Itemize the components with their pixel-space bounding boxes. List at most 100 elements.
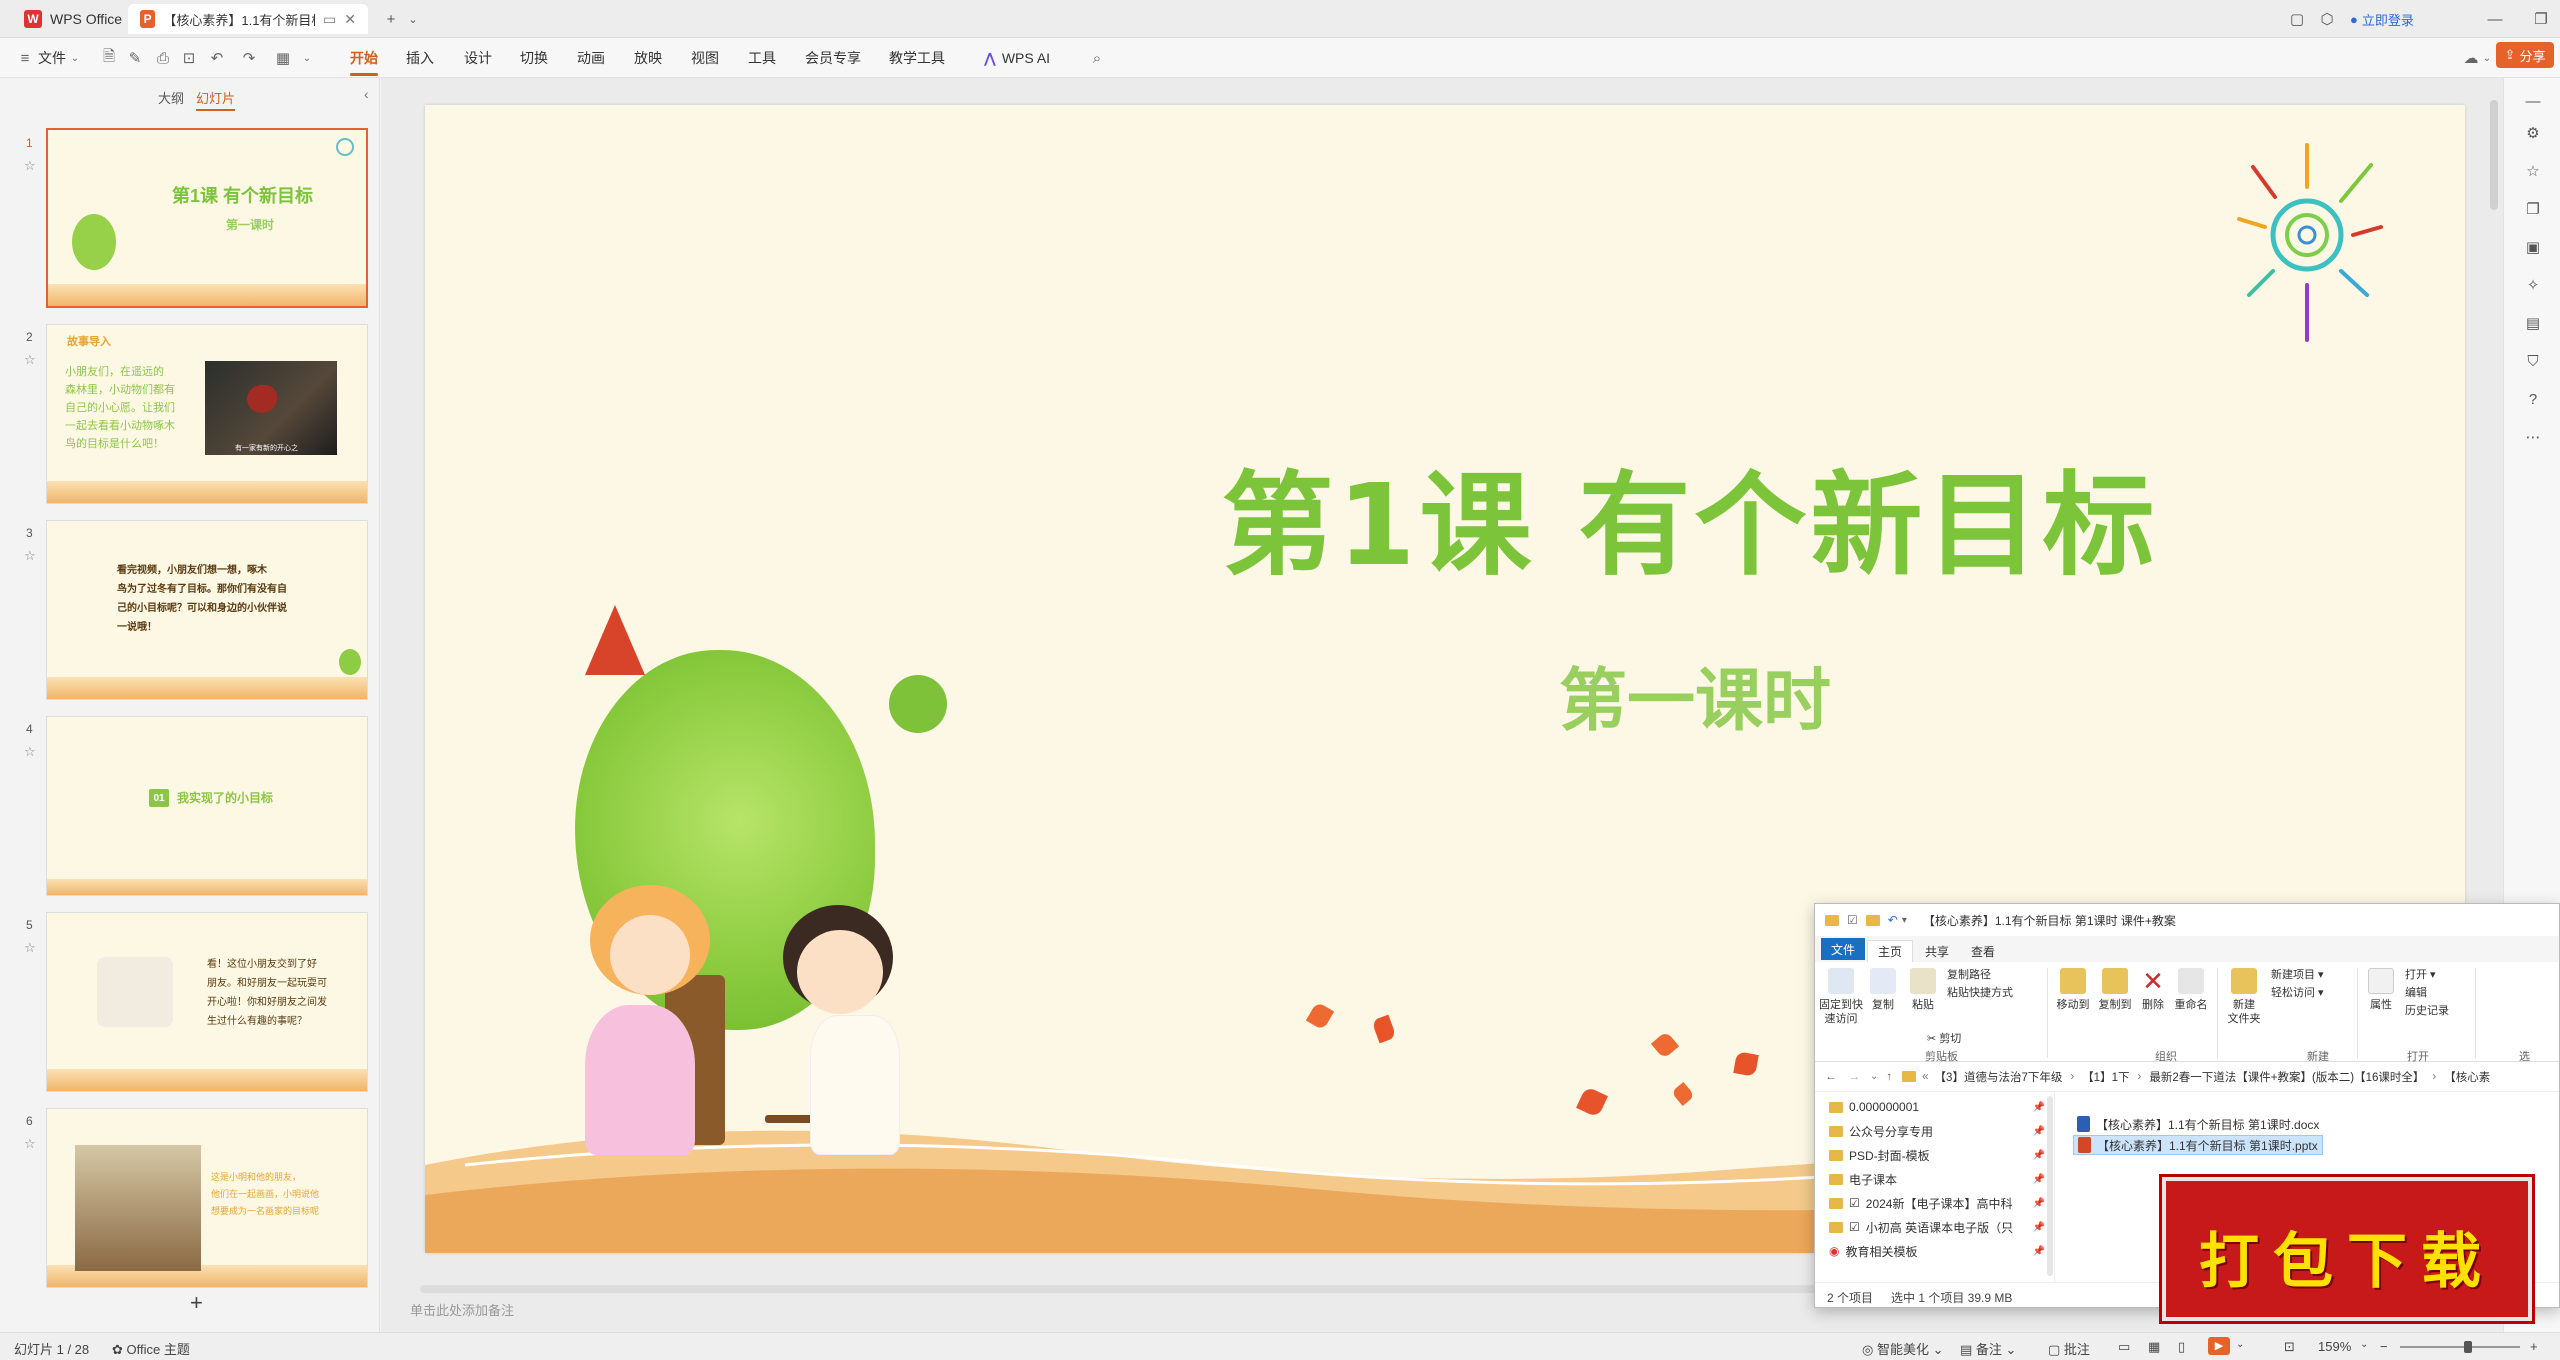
star-icon[interactable]: ☆ [24, 158, 36, 174]
zoom-level[interactable]: 159% [2318, 1339, 2351, 1354]
comments-button[interactable]: ▢ 批注 [2048, 1339, 2090, 1358]
minimize-icon[interactable]: — [2484, 8, 2506, 30]
nav-scrollbar[interactable] [2047, 1096, 2053, 1276]
copy-to-button[interactable]: 复制到 [2095, 968, 2135, 1012]
search-icon[interactable]: ⌕ [1086, 47, 1108, 69]
tab-slides[interactable]: 幻灯片 [196, 88, 236, 111]
brush-icon[interactable]: ✎ [124, 47, 146, 69]
star-icon[interactable]: ☆ [24, 352, 36, 368]
zoom-in-icon[interactable]: + [2530, 1339, 2538, 1354]
tab-home[interactable]: 主页 [1867, 940, 1914, 962]
slide-title[interactable]: 第1课 有个新目标 [1220, 435, 2160, 597]
easy-access-button[interactable]: 轻松访问 ▾ [2271, 986, 2324, 1000]
pin-button[interactable]: 固定到快 速访问 [1819, 968, 1863, 1026]
chevron-down-icon[interactable]: ⌄ [2476, 47, 2498, 69]
chevron-down-icon[interactable]: ▾ [1902, 915, 1907, 926]
star-icon[interactable]: ☆ [24, 940, 36, 956]
menu-wps-ai[interactable]: ⋀ WPS AI [984, 46, 1050, 70]
login-button[interactable]: ● 立即登录 [2350, 8, 2460, 30]
nav-item[interactable]: ☑ 2024新【电子课本】高中科 📌 [1829, 1192, 2051, 1214]
forward-icon[interactable]: → [1849, 1071, 1861, 1083]
close-icon[interactable]: ✕ [344, 11, 356, 28]
play-icon[interactable]: ▶ [2208, 1337, 2230, 1355]
star-icon[interactable]: ☆ [2522, 160, 2544, 182]
tab-view[interactable]: 查看 [1961, 940, 2005, 962]
nav-item[interactable]: ◉ 教育相关模板 📌 [1829, 1240, 2051, 1262]
more-icon[interactable]: ⋯ [2522, 426, 2544, 448]
tab-wps-office[interactable]: W WPS Office [12, 4, 134, 34]
slide-subtitle[interactable]: 第一课时 [1215, 645, 2175, 744]
normal-view-icon[interactable]: ▭ [2118, 1339, 2130, 1355]
slide-thumbnail-6[interactable]: 这是小明和他的朋友， 他们在一起画画，小明说他 想要成为一名画家的目标呢 [46, 1108, 368, 1288]
share-button[interactable]: ⇪ 分享 [2496, 42, 2554, 68]
menu-slideshow[interactable]: 放映 [634, 46, 662, 70]
menu-tools[interactable]: 工具 [748, 46, 776, 70]
print-icon[interactable]: ⎙ [152, 47, 174, 69]
file-item-docx[interactable]: 【核心素养】1.1有个新目标 第1课时.docx [2077, 1114, 2319, 1134]
undo-icon[interactable]: ↶ [1888, 913, 1898, 927]
paste-shortcut-button[interactable]: 粘贴快捷方式 [1947, 986, 2013, 1000]
minus-icon[interactable]: — [2522, 90, 2544, 112]
menu-insert[interactable]: 插入 [406, 46, 434, 70]
tab-share[interactable]: 共享 [1915, 940, 1959, 962]
delete-button[interactable]: ✕ 删除 [2137, 968, 2169, 1012]
format-icon[interactable]: ▦ [272, 47, 294, 69]
star-icon[interactable]: ☆ [24, 548, 36, 564]
breadcrumb-segment[interactable]: 【核心素 [2444, 1069, 2490, 1085]
address-bar[interactable]: ← → ⌄ ↑ « 【3】道德与法治7下年级 › 【1】1下 › 最新2春一下道… [1815, 1062, 2559, 1092]
add-slide-icon[interactable]: + [190, 1290, 203, 1316]
copy-path-button[interactable]: 复制路径 [1947, 968, 1991, 982]
zoom-slider-thumb[interactable] [2464, 1341, 2472, 1353]
menu-view[interactable]: 视图 [691, 46, 719, 70]
slide-thumbnail-3[interactable]: 看完视频，小朋友们想一想，啄木 鸟为了过冬有了目标。那你们有没有自 己的小目标呢… [46, 520, 368, 700]
properties-button[interactable]: 属性 [2363, 968, 2399, 1012]
sliders-icon[interactable]: ⚙ [2522, 122, 2544, 144]
paste-button[interactable]: 粘贴 [1905, 968, 1941, 1012]
grid-view-icon[interactable]: ▦ [2148, 1339, 2160, 1355]
tab-outline[interactable]: 大纲 [158, 88, 184, 107]
collapse-icon[interactable]: ‹ [364, 86, 369, 102]
new-folder-button[interactable]: 新建 文件夹 [2223, 968, 2265, 1026]
help-icon[interactable]: ? [2522, 388, 2544, 410]
menu-file[interactable]: 文件 [38, 46, 66, 70]
menu-member[interactable]: 会员专享 [805, 46, 861, 70]
check-icon[interactable]: ☑ [1847, 913, 1858, 927]
image-icon[interactable]: ▣ [2522, 236, 2544, 258]
chevron-down-icon[interactable]: ⌄ [1870, 1071, 1878, 1082]
back-icon[interactable]: ← [1825, 1071, 1837, 1083]
new-tab-icon[interactable]: + [380, 8, 402, 30]
menu-home[interactable]: 开始 [350, 46, 378, 76]
new-item-button[interactable]: 新建项目 ▾ [2271, 968, 2324, 982]
slide-thumbnail-5[interactable]: 看！这位小朋友交到了好 朋友。和好朋友一起玩耍可 开心啦！你和好朋友之间发 生过… [46, 912, 368, 1092]
history-button[interactable]: 历史记录 [2405, 1004, 2449, 1018]
nav-item[interactable]: ☑ 小初高 英语课本电子版（只 📌 [1829, 1216, 2051, 1238]
menu-animation[interactable]: 动画 [577, 46, 605, 70]
rename-button[interactable]: 重命名 [2171, 968, 2211, 1012]
reading-view-icon[interactable]: ▯ [2178, 1339, 2185, 1355]
vertical-scrollbar[interactable] [2490, 100, 2498, 210]
notes-button[interactable]: ▤ 备注 ⌄ [1960, 1339, 2016, 1358]
window-layout-icon[interactable]: ▢ [2286, 8, 2308, 30]
chevron-down-icon[interactable]: ⌄ [2236, 1339, 2244, 1350]
menu-transition[interactable]: 切换 [520, 46, 548, 70]
zoom-slider[interactable] [2400, 1341, 2520, 1353]
download-banner[interactable]: 打包下载 [2162, 1177, 2532, 1321]
move-to-button[interactable]: 移动到 [2053, 968, 2093, 1012]
copy-icon[interactable]: ❐ [2522, 198, 2544, 220]
breadcrumb-segment[interactable]: 【1】1下 [2082, 1069, 2129, 1085]
slide-thumbnail-4[interactable]: 01 我实现了的小目标 [46, 716, 368, 896]
redo-icon[interactable]: ↷ [238, 47, 260, 69]
undo-icon[interactable]: ↶ [206, 47, 228, 69]
chevron-down-icon[interactable]: ⌄ [402, 8, 424, 30]
up-icon[interactable]: ↑ [1886, 1071, 1892, 1083]
cube-icon[interactable]: ⬡ [2316, 8, 2338, 30]
breadcrumb-overflow-icon[interactable]: « [1922, 1071, 1928, 1083]
tab-document[interactable]: P 【核心素养】1.1有个新目标 第 ▭ ✕ [128, 4, 368, 34]
star-icon[interactable]: ☆ [24, 744, 36, 760]
layout-icon[interactable]: ▤ [2522, 312, 2544, 334]
nav-item[interactable]: 公众号分享专用 📌 [1829, 1120, 2051, 1142]
tab-file[interactable]: 文件 [1821, 938, 1866, 960]
shirt-icon[interactable]: ⛉ [2522, 350, 2544, 372]
smart-beautify-button[interactable]: ◎ 智能美化 ⌄ [1862, 1339, 1944, 1358]
nav-item[interactable]: 0.000000001 📌 [1829, 1096, 2051, 1118]
